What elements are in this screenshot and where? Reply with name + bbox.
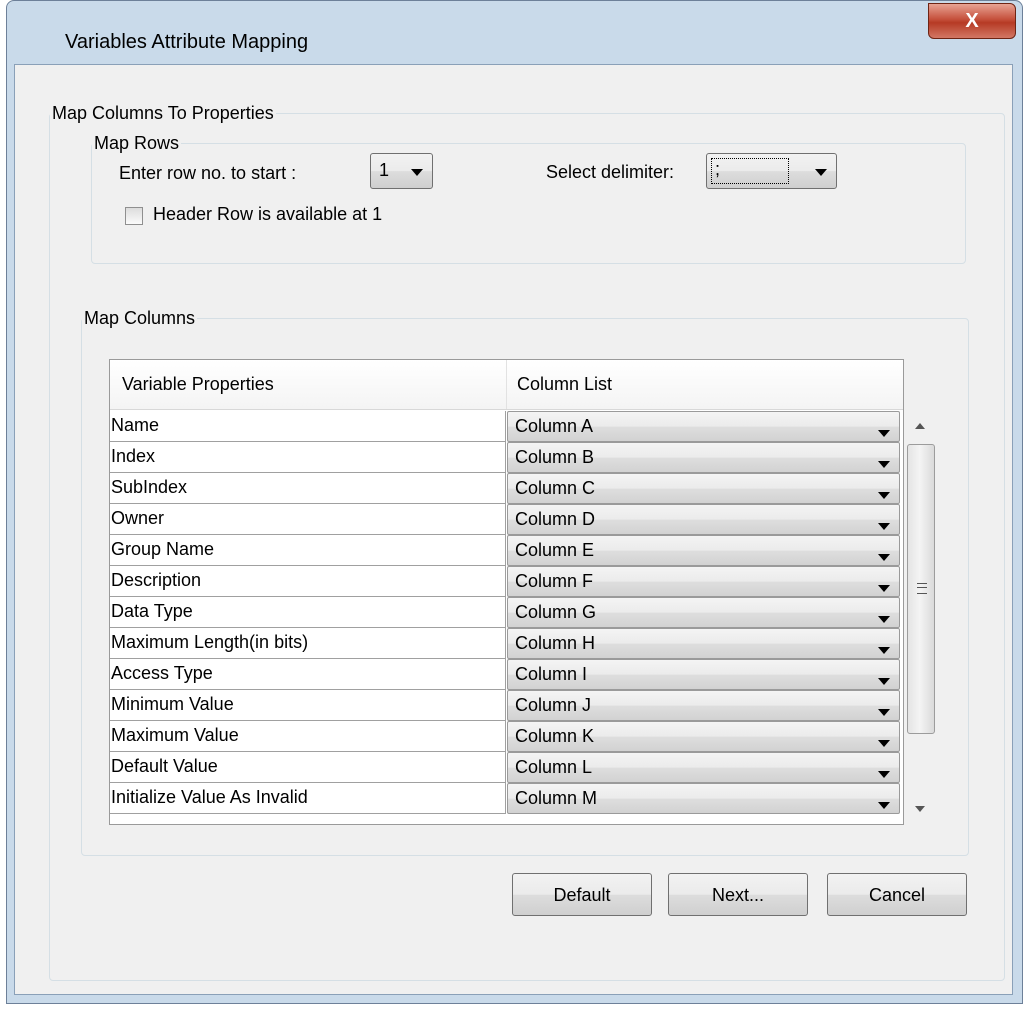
table-row: Description Column F [110, 566, 903, 597]
chevron-down-icon [411, 169, 423, 176]
column-select-value: Column K [515, 726, 595, 746]
property-cell: Default Value [110, 752, 506, 783]
chevron-down-icon [878, 430, 890, 437]
column-select[interactable]: Column G [507, 597, 900, 628]
table-row: Data Type Column G [110, 597, 903, 628]
property-cell: Description [110, 566, 506, 597]
map-columns-to-properties-legend: Map Columns To Properties [52, 103, 274, 123]
property-cell: Index [110, 442, 506, 473]
table-header: Variable Properties Column List [110, 360, 903, 410]
column-select-value: Column G [515, 602, 597, 622]
column-select[interactable]: Column A [507, 411, 900, 442]
title-bar[interactable]: Variables Attribute Mapping X [7, 1, 1022, 61]
column-select-value: Column F [515, 571, 594, 591]
start-row-value: 1 [379, 160, 390, 180]
table-row: Access Type Column I [110, 659, 903, 690]
chevron-down-icon [878, 740, 890, 747]
table-row: SubIndex Column C [110, 473, 903, 504]
map-columns-legend: Map Columns [84, 308, 196, 328]
chevron-down-icon [815, 169, 827, 176]
property-cell: Name [110, 411, 506, 442]
header-row-checkbox[interactable] [125, 207, 143, 225]
close-button[interactable]: X [928, 3, 1016, 39]
column-select[interactable]: Column B [507, 442, 900, 473]
table-row: Owner Column D [110, 504, 903, 535]
column-select-value: Column A [515, 416, 594, 436]
property-cell: Maximum Length(in bits) [110, 628, 506, 659]
column-select-value: Column I [515, 664, 588, 684]
chevron-down-icon [878, 554, 890, 561]
property-cell: Minimum Value [110, 690, 506, 721]
table-row: Initialize Value As Invalid Column M [110, 783, 903, 814]
column-select[interactable]: Column F [507, 566, 900, 597]
column-select[interactable]: Column K [507, 721, 900, 752]
property-cell: Data Type [110, 597, 506, 628]
column-select-value: Column M [515, 788, 598, 808]
property-cell: Access Type [110, 659, 506, 690]
column-select-value: Column J [515, 695, 592, 715]
dialog-client-area: Map Columns To Properties Map Rows Enter… [14, 64, 1013, 995]
chevron-down-icon [878, 647, 890, 654]
header-column-list[interactable]: Column List [517, 360, 612, 409]
start-row-select[interactable]: 1 [370, 153, 433, 189]
start-row-label: Enter row no. to start : [119, 163, 297, 183]
map-rows-legend: Map Rows [94, 133, 180, 153]
column-select[interactable]: Column I [507, 659, 900, 690]
table-row: Index Column B [110, 442, 903, 473]
header-row-label: Header Row is available at 1 [153, 204, 383, 224]
chevron-down-icon [878, 771, 890, 778]
column-select[interactable]: Column E [507, 535, 900, 566]
column-select-value: Column H [515, 633, 596, 653]
property-cell: Owner [110, 504, 506, 535]
table-row: Maximum Length(in bits) Column H [110, 628, 903, 659]
delimiter-label: Select delimiter: [546, 162, 675, 182]
column-select[interactable]: Column H [507, 628, 900, 659]
table-row: Default Value Column L [110, 752, 903, 783]
column-select-value: Column L [515, 757, 593, 777]
delimiter-value: ; [715, 159, 721, 179]
column-select[interactable]: Column L [507, 752, 900, 783]
chevron-down-icon [878, 802, 890, 809]
column-select[interactable]: Column C [507, 473, 900, 504]
window-title: Variables Attribute Mapping [65, 31, 309, 53]
table-row: Name Column A [110, 411, 903, 442]
chevron-down-icon [878, 709, 890, 716]
property-cell: Maximum Value [110, 721, 506, 752]
property-cell: Initialize Value As Invalid [110, 783, 506, 814]
chevron-down-icon [878, 616, 890, 623]
column-select-value: Column D [515, 509, 596, 529]
default-button[interactable]: Default [512, 873, 652, 916]
table-row: Minimum Value Column J [110, 690, 903, 721]
chevron-down-icon [878, 585, 890, 592]
close-icon: X [965, 9, 979, 32]
column-mapping-table: Variable Properties Column List Name Col… [109, 359, 904, 825]
table-row: Group Name Column E [110, 535, 903, 566]
column-select[interactable]: Column J [507, 690, 900, 721]
property-cell: Group Name [110, 535, 506, 566]
next-button[interactable]: Next... [668, 873, 808, 916]
column-select[interactable]: Column M [507, 783, 900, 814]
column-select-value: Column B [515, 447, 595, 467]
scroll-grip-icon [917, 583, 927, 594]
scroll-up-icon[interactable] [915, 423, 925, 429]
scroll-down-icon[interactable] [915, 806, 925, 812]
header-variable-properties[interactable]: Variable Properties [122, 360, 274, 409]
column-select-value: Column E [515, 540, 595, 560]
column-select-value: Column C [515, 478, 596, 498]
delimiter-focus-box: ; [711, 158, 789, 184]
scrollbar-thumb[interactable] [907, 444, 935, 734]
column-select[interactable]: Column D [507, 504, 900, 535]
header-divider [506, 360, 507, 409]
chevron-down-icon [878, 461, 890, 468]
cancel-button[interactable]: Cancel [827, 873, 967, 916]
delimiter-select[interactable]: ; [706, 153, 837, 189]
property-cell: SubIndex [110, 473, 506, 504]
chevron-down-icon [878, 492, 890, 499]
table-row: Maximum Value Column K [110, 721, 903, 752]
chevron-down-icon [878, 523, 890, 530]
table-scrollbar[interactable] [904, 411, 939, 824]
chevron-down-icon [878, 678, 890, 685]
